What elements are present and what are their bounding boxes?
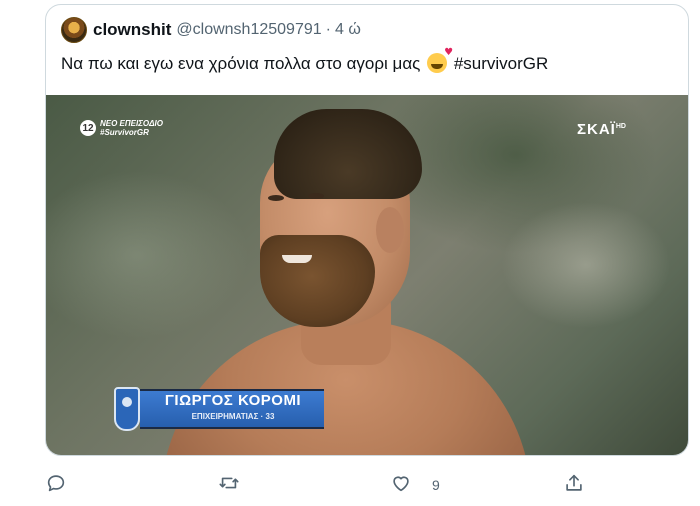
share-button[interactable]: [563, 472, 585, 498]
tweet-actions: 9: [0, 468, 700, 500]
contestant-nameplate: ΓΙΩΡΓΟΣ ΚΟΡΟΜΙ ΕΠΙΧΕΙΡΗΜΑΤΙΑΣ · 33: [114, 383, 326, 433]
retweet-icon: [218, 472, 240, 499]
channel-logo: ΣΚΑΪHD: [577, 121, 626, 138]
contestant-name: ΓΙΩΡΓΟΣ ΚΟΡΟΜΙ: [164, 392, 302, 409]
header-separator: ·: [325, 21, 331, 38]
avatar[interactable]: [61, 17, 87, 43]
reply-icon: [45, 472, 67, 499]
age-rating-icon: 12: [80, 120, 96, 136]
person-hair: [274, 109, 422, 199]
badge-new-episode: ΝΕΟ ΕΠΕΙΣΟΔΙΟ: [100, 119, 163, 128]
person-ear: [376, 207, 404, 253]
tweet-text: Να πω και εγω ενα χρόνια πολλα στο αγορι…: [61, 47, 548, 74]
share-icon: [563, 472, 585, 499]
episode-badge: 12 ΝΕΟ ΕΠΕΙΣΟΔΙΟ #SurvivorGR: [80, 119, 163, 137]
tweet-timestamp[interactable]: 4 ώ: [335, 21, 361, 39]
author-display-name[interactable]: clownshit: [93, 20, 171, 40]
tweet-media-image[interactable]: 12 ΝΕΟ ΕΠΕΙΣΟΔΙΟ #SurvivorGR ΣΚΑΪHD ΓΙΩΡ…: [46, 95, 688, 455]
channel-logo-text: ΣΚΑΪ: [577, 121, 616, 138]
smiling-face-with-hearts-icon: [427, 47, 453, 73]
tweet-header: clownshit @clownsh12509791 · 4 ώ: [61, 17, 361, 43]
like-icon: [390, 472, 412, 499]
tweet-body: Να πω και εγω ενα χρόνια πολλα στο αγορι…: [61, 54, 421, 73]
person-eye-right: [308, 193, 324, 199]
contestant-occupation: ΕΠΙΧΕΙΡΗΜΑΤΙΑΣ · 33: [191, 412, 275, 421]
reply-button[interactable]: [45, 472, 67, 498]
retweet-button[interactable]: [218, 472, 240, 498]
person-eye-left: [268, 195, 284, 201]
quoted-tweet-card[interactable]: clownshit @clownsh12509791 · 4 ώ Να πω κ…: [45, 4, 689, 456]
channel-logo-hd: HD: [615, 123, 626, 130]
like-count: 9: [432, 477, 440, 493]
shield-icon: [114, 387, 140, 431]
hashtag-link[interactable]: #survivorGR: [454, 54, 548, 73]
like-button[interactable]: 9: [390, 472, 440, 498]
author-handle[interactable]: @clownsh12509791: [176, 21, 321, 39]
person-mouth: [282, 255, 312, 263]
badge-hashtag: #SurvivorGR: [100, 128, 149, 137]
